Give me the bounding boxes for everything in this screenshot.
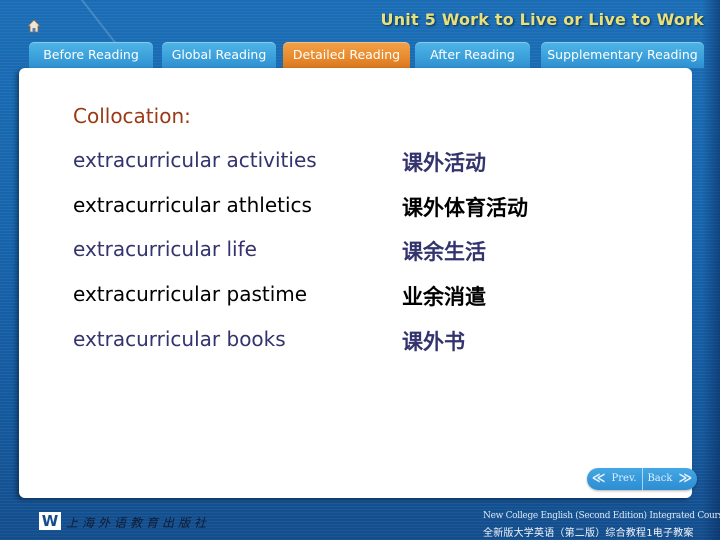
tab-before-reading[interactable]: Before Reading — [29, 42, 153, 68]
publisher-logo: W — [39, 512, 61, 530]
content-panel: Collocation: extracurricular activities … — [19, 68, 692, 498]
tab-supplementary-reading[interactable]: Supplementary Reading — [541, 42, 704, 68]
collocation-row: extracurricular athletics 课外体育活动 — [19, 193, 692, 227]
collocation-english: extracurricular pastime — [73, 282, 308, 306]
tab-global-reading[interactable]: Global Reading — [162, 42, 276, 68]
collocation-row: extracurricular life 课余生活 — [19, 237, 692, 271]
section-tabs: Before Reading Global Reading Detailed R… — [0, 42, 720, 68]
course-title-chinese: 全新版大学英语（第二版）综合教程1电子教案 — [483, 528, 694, 539]
double-chevron-left-icon: ≪ — [591, 471, 606, 486]
home-icon[interactable] — [27, 18, 41, 33]
collocation-chinese: 课外体育活动 — [402, 196, 528, 220]
double-chevron-right-icon: ≫ — [678, 471, 693, 486]
tab-detailed-reading[interactable]: Detailed Reading — [283, 42, 410, 68]
page-navigation: ≪ Prev. Back ≫ — [587, 468, 697, 490]
collocation-chinese: 课外活动 — [402, 151, 486, 175]
collocation-english: extracurricular activities — [73, 148, 317, 172]
back-label: Back — [647, 473, 673, 484]
collocation-english: extracurricular athletics — [73, 193, 312, 217]
back-button[interactable]: Back ≫ — [643, 468, 698, 490]
unit-title: Unit 5 Work to Live or Live to Work — [380, 10, 704, 29]
tab-after-reading[interactable]: After Reading — [415, 42, 530, 68]
collocation-heading: Collocation: — [73, 104, 191, 128]
background-edge — [702, 0, 720, 540]
prev-button[interactable]: ≪ Prev. — [587, 468, 642, 490]
collocation-row: extracurricular activities 课外活动 — [19, 148, 692, 182]
collocation-chinese: 课外书 — [402, 330, 465, 354]
course-title-english: New College English (Second Edition) Int… — [483, 511, 720, 521]
collocation-row: extracurricular books 课外书 — [19, 327, 692, 361]
collocation-row: extracurricular pastime 业余消遣 — [19, 282, 692, 316]
collocation-chinese: 业余消遣 — [402, 285, 486, 309]
collocation-chinese: 课余生活 — [402, 240, 486, 264]
collocation-english: extracurricular books — [73, 327, 286, 351]
collocation-english: extracurricular life — [73, 237, 257, 261]
prev-label: Prev. — [611, 473, 637, 484]
publisher-name: 上海外语教育出版社 — [66, 516, 211, 530]
